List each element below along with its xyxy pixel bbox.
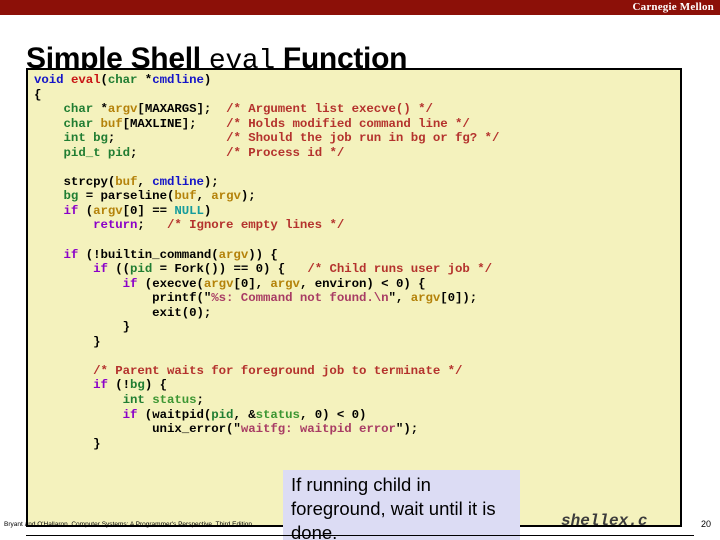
institution-label: Carnegie Mellon xyxy=(632,1,714,13)
code-listing: void eval(char *cmdline) { char *argv[MA… xyxy=(34,73,500,451)
slide: Carnegie Mellon Simple Shell eval Functi… xyxy=(0,0,720,540)
callout-note: If running child in foreground, wait unt… xyxy=(283,470,520,540)
top-banner: Carnegie Mellon xyxy=(0,0,720,15)
code-block: void eval(char *cmdline) { char *argv[MA… xyxy=(26,68,682,527)
footer-credit: Bryant and O'Hallaron, Computer Systems:… xyxy=(4,521,253,528)
footer-rule xyxy=(26,535,694,536)
source-filename: shellex.c xyxy=(561,512,648,530)
page-number: 20 xyxy=(700,519,711,529)
